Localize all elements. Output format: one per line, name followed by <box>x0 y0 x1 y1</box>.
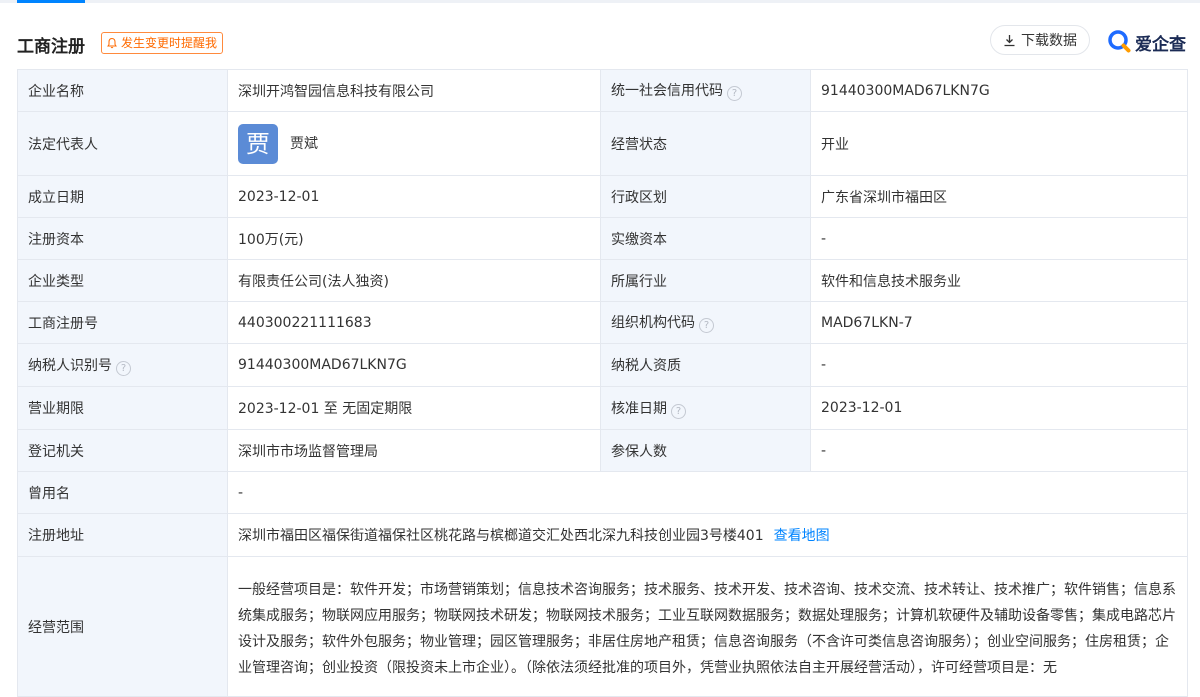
business-scope-value: 一般经营项目是：软件开发；市场营销策划；信息技术咨询服务；技术服务、技术开发、技… <box>227 556 1188 697</box>
help-icon[interactable]: ? <box>671 403 686 419</box>
paid-in-capital-label: 实缴资本 <box>600 217 811 260</box>
former-name-label: 曾用名 <box>17 471 228 514</box>
company-name-label: 企业名称 <box>17 69 228 112</box>
credit-code-label-cell: 统一社会信用代码? <box>600 69 811 112</box>
table-row: 注册地址 深圳市福田区福保街道福保社区桃花路与槟榔道交汇处西北深九科技创业园3号… <box>17 513 1188 557</box>
approval-date-value: 2023-12-01 <box>810 386 1188 430</box>
operating-status-label: 经营状态 <box>600 111 811 176</box>
registration-authority-label: 登记机关 <box>17 429 228 472</box>
table-row: 纳税人识别号? 91440300MAD67LKN7G 纳税人资质 - <box>17 343 1188 387</box>
org-code-value: MAD67LKN-7 <box>810 301 1188 344</box>
change-remind-button[interactable]: 发生变更时提醒我 <box>101 32 224 54</box>
table-row: 企业名称 深圳开鸿智园信息科技有限公司 统一社会信用代码? 91440300MA… <box>17 69 1188 112</box>
former-name-value: - <box>227 471 1188 514</box>
legal-rep-name[interactable]: 贾斌 <box>290 136 318 152</box>
change-remind-label: 发生变更时提醒我 <box>121 36 218 50</box>
industry-label: 所属行业 <box>600 259 811 302</box>
registered-address-cell: 深圳市福田区福保街道福保社区桃花路与槟榔道交汇处西北深九科技创业园3号楼401 查… <box>227 513 1188 557</box>
bell-icon <box>107 37 117 49</box>
business-registration-table: 企业名称 深圳开鸿智园信息科技有限公司 统一社会信用代码? 91440300MA… <box>17 69 1188 697</box>
table-row: 成立日期 2023-12-01 行政区划 广东省深圳市福田区 <box>17 175 1188 218</box>
registered-capital-value: 100万(元) <box>227 217 601 260</box>
help-icon[interactable]: ? <box>116 360 131 376</box>
registration-number-value: 440300221111683 <box>227 301 601 344</box>
download-icon <box>1004 34 1015 46</box>
table-row: 登记机关 深圳市市场监督管理局 参保人数 - <box>17 429 1188 472</box>
business-scope-label: 经营范围 <box>17 556 228 697</box>
table-row: 营业期限 2023-12-01 至 无固定期限 核准日期? 2023-12-01 <box>17 386 1188 430</box>
table-row: 工商注册号 440300221111683 组织机构代码? MAD67LKN-7 <box>17 301 1188 344</box>
admin-division-label: 行政区划 <box>600 175 811 218</box>
legal-rep-cell: 贾贾斌 <box>227 111 601 176</box>
taxpayer-id-value: 91440300MAD67LKN7G <box>227 343 601 387</box>
magnifier-logo-icon <box>1108 30 1131 53</box>
aiqicha-logo[interactable]: 爱企查 <box>1107 29 1186 55</box>
org-code-label-cell: 组织机构代码? <box>600 301 811 344</box>
credit-code-value: 91440300MAD67LKN7G <box>810 69 1188 112</box>
legal-rep-label: 法定代表人 <box>17 111 228 176</box>
aiqicha-brand-text: 爱企查 <box>1135 34 1186 55</box>
section-header: 工商注册 发生变更时提醒我 下载数据 爱企查 <box>0 3 1200 69</box>
taxpayer-qualification-label: 纳税人资质 <box>600 343 811 387</box>
registered-address-value: 深圳市福田区福保街道福保社区桃花路与槟榔道交汇处西北深九科技创业园3号楼401 <box>238 528 764 544</box>
credit-code-label: 统一社会信用代码 <box>611 83 723 99</box>
company-name-value: 深圳开鸿智园信息科技有限公司 <box>227 69 601 112</box>
table-row: 经营范围 一般经营项目是：软件开发；市场营销策划；信息技术咨询服务；技术服务、技… <box>17 556 1188 697</box>
company-type-label: 企业类型 <box>17 259 228 302</box>
registered-capital-label: 注册资本 <box>17 217 228 260</box>
approval-date-label: 核准日期 <box>611 400 667 417</box>
admin-division-value: 广东省深圳市福田区 <box>810 175 1188 218</box>
registered-address-label: 注册地址 <box>17 513 228 557</box>
table-row: 法定代表人 贾贾斌 经营状态 开业 <box>17 111 1188 176</box>
registration-number-label: 工商注册号 <box>17 301 228 344</box>
approval-date-label-cell: 核准日期? <box>600 386 811 430</box>
help-icon[interactable]: ? <box>727 86 742 101</box>
help-icon[interactable]: ? <box>699 318 714 333</box>
taxpayer-id-label: 纳税人识别号 <box>28 357 112 374</box>
business-term-value: 2023-12-01 至 无固定期限 <box>227 386 601 430</box>
registration-authority-value: 深圳市市场监督管理局 <box>227 429 601 472</box>
insured-count-label: 参保人数 <box>600 429 811 472</box>
business-term-label: 营业期限 <box>17 386 228 430</box>
org-code-label: 组织机构代码 <box>611 315 695 331</box>
view-map-link[interactable]: 查看地图 <box>774 528 830 544</box>
company-type-value: 有限责任公司(法人独资) <box>227 259 601 302</box>
industry-value: 软件和信息技术服务业 <box>810 259 1188 302</box>
section-title: 工商注册 <box>17 37 85 57</box>
insured-count-value: - <box>810 429 1188 472</box>
established-date-label: 成立日期 <box>17 175 228 218</box>
table-row: 曾用名 - <box>17 471 1188 514</box>
taxpayer-id-label-cell: 纳税人识别号? <box>17 343 228 387</box>
download-data-label: 下载数据 <box>1021 33 1077 49</box>
operating-status-value: 开业 <box>810 111 1188 176</box>
established-date-value: 2023-12-01 <box>227 175 601 218</box>
legal-rep-avatar[interactable]: 贾 <box>238 123 278 164</box>
table-row: 企业类型 有限责任公司(法人独资) 所属行业 软件和信息技术服务业 <box>17 259 1188 302</box>
table-row: 注册资本 100万(元) 实缴资本 - <box>17 217 1188 260</box>
download-data-button[interactable]: 下载数据 <box>990 25 1090 55</box>
taxpayer-qualification-value: - <box>810 343 1188 387</box>
paid-in-capital-value: - <box>810 217 1188 260</box>
